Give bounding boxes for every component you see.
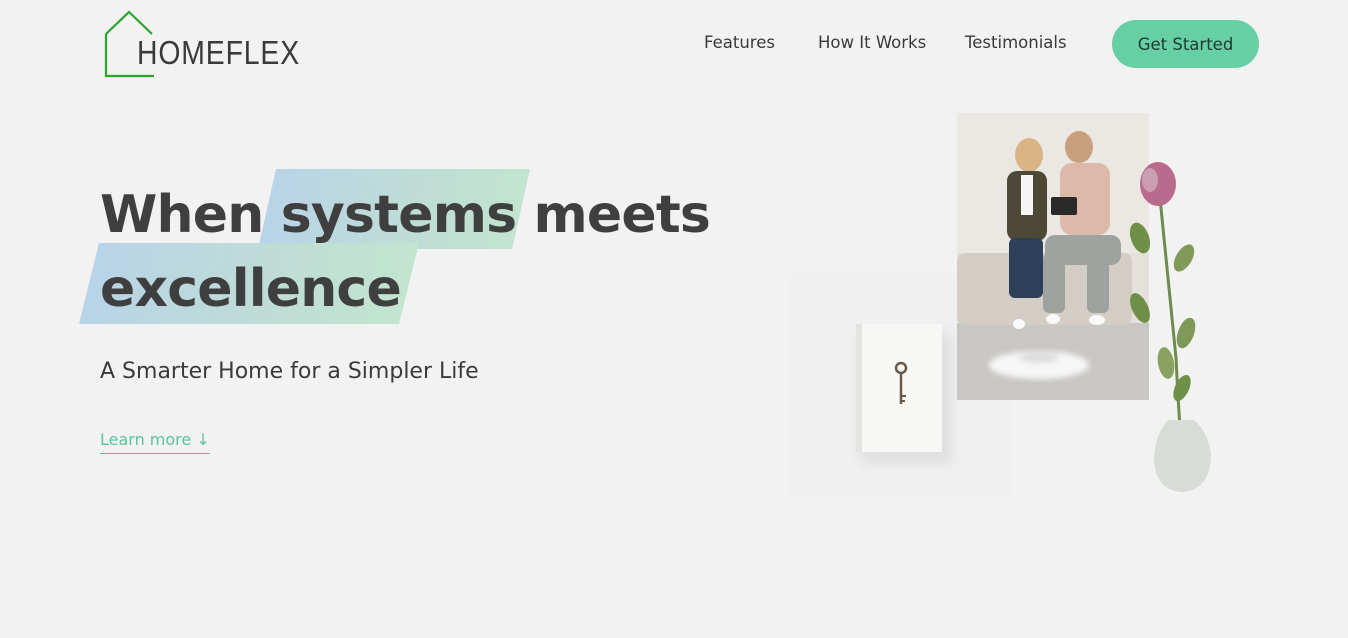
get-started-button[interactable]: Get Started bbox=[1112, 20, 1259, 68]
nav-testimonials[interactable]: Testimonials bbox=[965, 33, 1067, 52]
brand-name: HOMEFLEX bbox=[137, 34, 301, 71]
rose-in-vase-photo bbox=[1120, 158, 1220, 498]
headline-text-1: When bbox=[100, 185, 281, 245]
hero-subheading: A Smarter Home for a Simpler Life bbox=[100, 359, 479, 384]
headline-line-2: excellence bbox=[100, 259, 402, 319]
headline-highlight-word: systems bbox=[280, 185, 517, 245]
learn-more-link[interactable]: Learn more ↓ bbox=[100, 430, 210, 454]
hero-headline: When systems meets excellence bbox=[100, 178, 711, 326]
logo[interactable]: HOMEFLEX bbox=[104, 10, 299, 80]
headline-text-2: meets bbox=[516, 185, 711, 245]
nav-features[interactable]: Features bbox=[704, 33, 775, 52]
robot-vacuum-icon bbox=[989, 351, 1089, 379]
nav-how-it-works[interactable]: How It Works bbox=[818, 33, 926, 52]
